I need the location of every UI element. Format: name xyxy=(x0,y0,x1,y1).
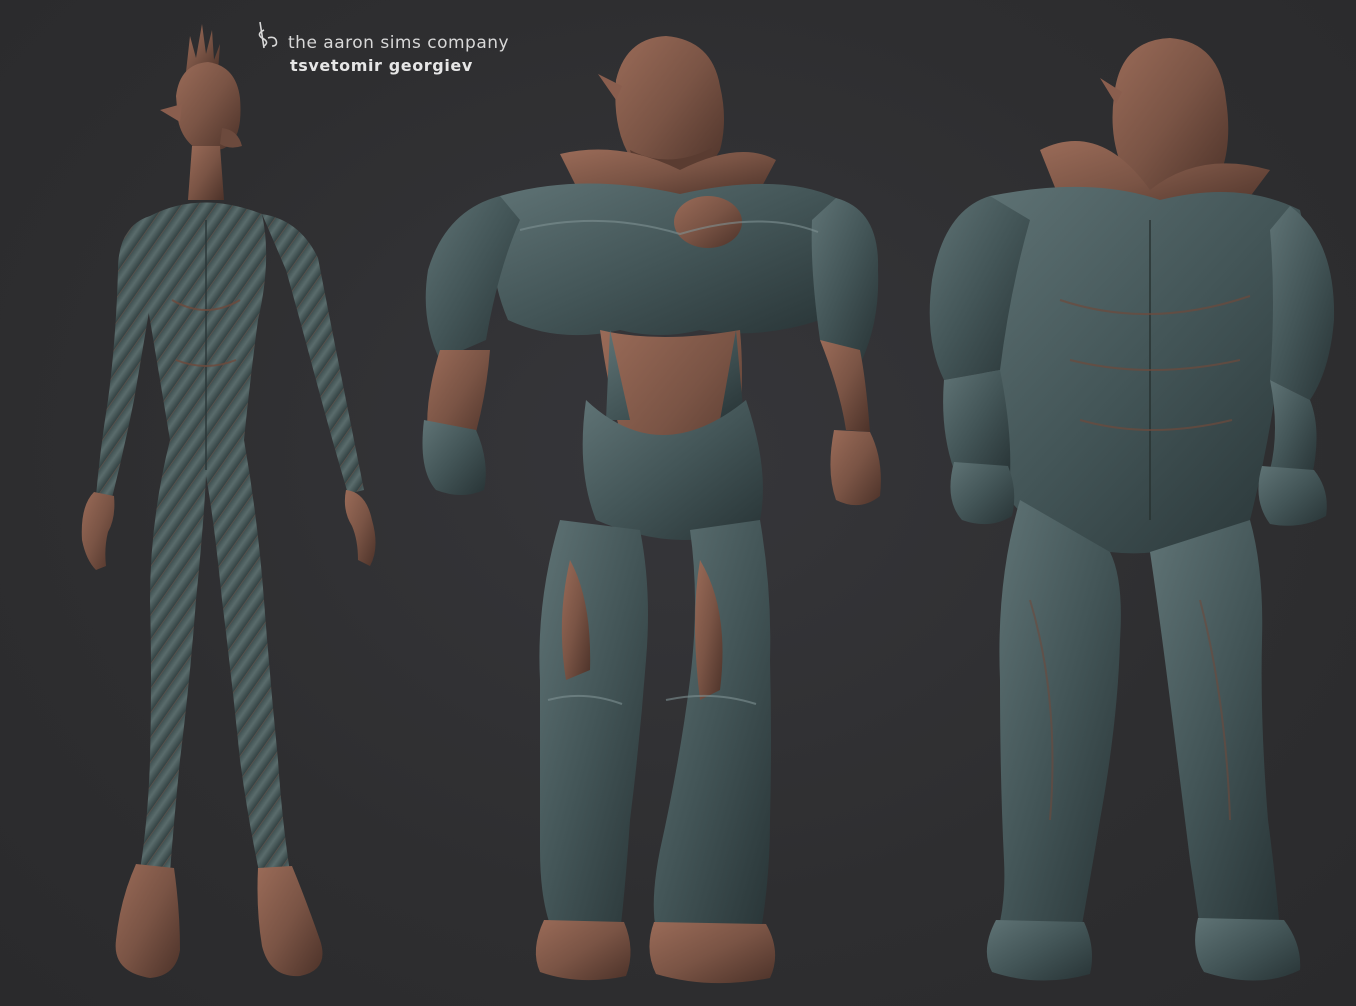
muscular-right-foot xyxy=(1195,918,1301,981)
muscular-right-fist xyxy=(1258,466,1327,526)
armored-right-fist xyxy=(830,430,881,506)
muscular-left-foot xyxy=(986,920,1092,981)
alien-right-hand xyxy=(344,490,376,566)
render-canvas: the aaron sims company tsvetomir georgie… xyxy=(0,0,1356,1006)
alien-left-arm xyxy=(96,216,156,498)
armored-brute-figure xyxy=(422,36,881,984)
alien-right-leg xyxy=(206,440,290,876)
alien-left-hand xyxy=(81,492,115,570)
company-watermark: the aaron sims company xyxy=(288,33,510,53)
muscular-brute-figure xyxy=(929,38,1335,981)
slender-alien-figure xyxy=(81,24,376,978)
aaron-sims-logo xyxy=(258,21,278,49)
armored-right-foot xyxy=(649,922,776,984)
armored-right-leg xyxy=(653,520,771,936)
right-shoulder-pad xyxy=(811,198,879,360)
sculpt-render xyxy=(81,24,1335,984)
artist-watermark: tsvetomir georgiev xyxy=(290,56,473,75)
muscular-left-fist xyxy=(950,462,1015,525)
alien-left-foot xyxy=(115,864,180,978)
armored-left-fist xyxy=(422,420,486,495)
alien-right-arm xyxy=(262,214,364,494)
muscular-right-leg xyxy=(1150,520,1280,932)
muscular-left-arm xyxy=(943,370,1011,476)
chest-armor xyxy=(492,183,841,336)
muscular-left-leg xyxy=(998,500,1121,936)
armored-left-leg xyxy=(539,520,648,934)
alien-left-leg xyxy=(140,440,206,872)
armored-left-foot xyxy=(535,920,631,981)
alien-right-foot xyxy=(257,866,323,977)
